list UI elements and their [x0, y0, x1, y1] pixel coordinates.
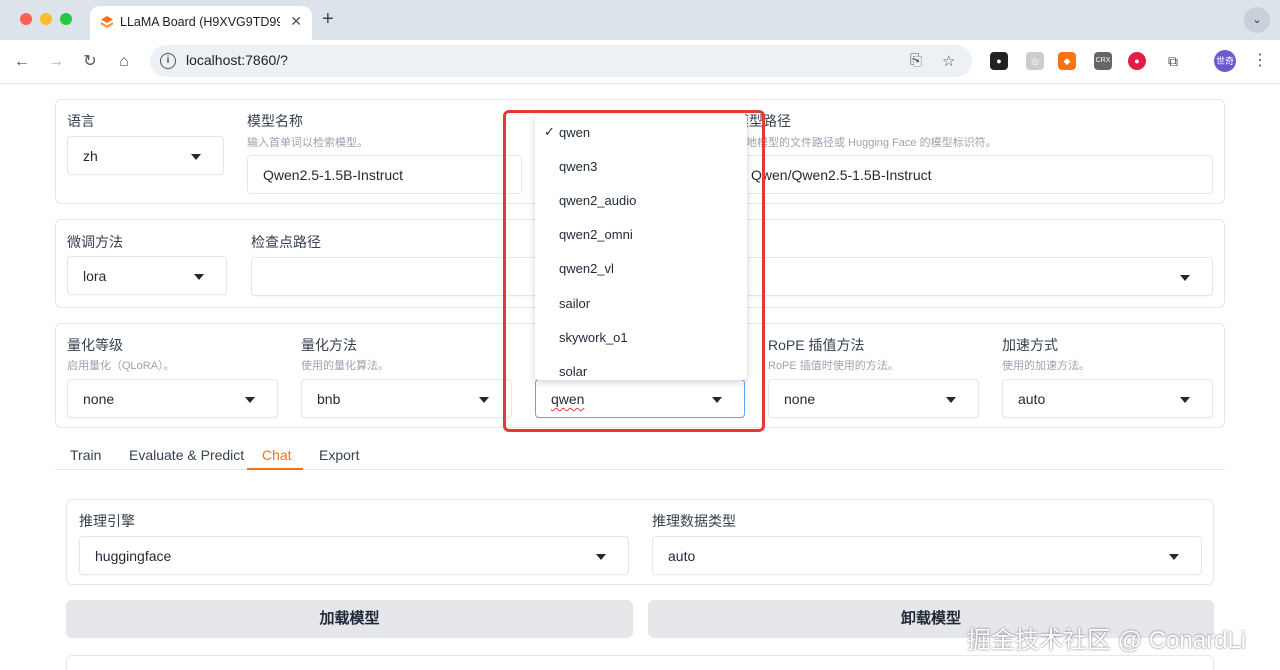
active-tab-indicator	[247, 468, 303, 470]
infer-dtype-label: 推理数据类型	[652, 513, 736, 529]
booster-label: 加速方式	[1002, 337, 1058, 353]
booster-info: 使用的加速方法。	[1002, 360, 1090, 372]
quantization-bit-label: 量化等级	[67, 337, 123, 353]
rope-scaling-value: none	[784, 391, 816, 407]
rope-scaling-info: RoPE 插值时使用的方法。	[768, 360, 899, 372]
chevron-down-icon	[191, 154, 201, 160]
maximize-window-button[interactable]	[60, 13, 72, 25]
model-name-label: 模型名称	[247, 113, 303, 129]
site-info-icon[interactable]: i	[160, 53, 176, 69]
tab-export[interactable]: Export	[319, 447, 359, 463]
browser-toolbar: ← → ↻ ⌂ i localhost:7860/? ⎘ ☆ ● ◎ ◆ CRX…	[0, 40, 1280, 84]
address-bar[interactable]: i localhost:7860/? ⎘ ☆	[150, 45, 972, 77]
extension-icon[interactable]: ●	[990, 52, 1008, 70]
home-icon[interactable]: ⌂	[112, 50, 136, 74]
extension-icon[interactable]: ◆	[1058, 52, 1076, 70]
chevron-down-icon	[596, 554, 606, 560]
extension-icon[interactable]: ●	[1128, 52, 1146, 70]
tabs-divider	[55, 469, 1225, 470]
infer-dtype-dropdown[interactable]: auto	[652, 536, 1202, 575]
quantization-method-value: bnb	[317, 391, 341, 407]
checkpoint-path-label: 检查点路径	[251, 234, 321, 250]
browser-tab-bar: LLaMA Board (H9XVG9TD99 ✕ + ⌄	[0, 0, 1280, 40]
tab-chat[interactable]: Chat	[262, 447, 292, 463]
model-path-value: Qwen/Qwen2.5-1.5B-Instruct	[751, 167, 932, 183]
bookmark-star-icon[interactable]: ☆	[942, 52, 955, 70]
booster-value: auto	[1018, 391, 1046, 407]
infer-backend-label: 推理引擎	[79, 513, 135, 529]
quantization-bit-value: none	[83, 391, 115, 407]
chevron-down-icon	[194, 274, 204, 280]
rope-scaling-dropdown[interactable]: none	[768, 379, 979, 418]
crx-extension-icon[interactable]: CRX	[1094, 52, 1112, 70]
language-value: zh	[83, 148, 98, 164]
browser-tab[interactable]: LLaMA Board (H9XVG9TD99 ✕	[90, 6, 312, 40]
quantization-method-dropdown[interactable]: bnb	[301, 379, 512, 418]
model-name-info: 输入首单词以检索模型。	[247, 137, 368, 149]
forward-icon[interactable]: →	[44, 50, 68, 74]
chevron-down-icon	[946, 397, 956, 403]
minimize-window-button[interactable]	[40, 13, 52, 25]
tab-title: LLaMA Board (H9XVG9TD99	[120, 15, 280, 29]
model-name-dropdown[interactable]: Qwen2.5-1.5B-Instruct	[247, 155, 522, 194]
close-window-button[interactable]	[20, 13, 32, 25]
quantization-bit-dropdown[interactable]: none	[67, 379, 278, 418]
finetune-method-label: 微调方法	[67, 234, 123, 250]
finetune-method-value: lora	[83, 268, 107, 284]
translate-icon[interactable]: ⎘	[910, 52, 922, 69]
rope-scaling-label: RoPE 插值方法	[768, 337, 865, 353]
infer-backend-dropdown[interactable]: huggingface	[79, 536, 629, 575]
quantization-bit-info: 启用量化（QLoRA）。	[67, 360, 175, 372]
url-text: localhost:7860/?	[186, 52, 288, 68]
annotation-highlight-box	[503, 110, 765, 432]
infer-dtype-value: auto	[668, 548, 696, 564]
profile-avatar[interactable]: 世奇	[1214, 50, 1236, 72]
extensions-puzzle-icon[interactable]: ⧉	[1164, 52, 1182, 70]
reload-icon[interactable]: ↻	[78, 50, 102, 74]
gradio-favicon-icon	[101, 16, 113, 28]
model-name-value: Qwen2.5-1.5B-Instruct	[263, 167, 404, 183]
model-path-input[interactable]: Qwen/Qwen2.5-1.5B-Instruct	[735, 155, 1213, 194]
new-tab-icon[interactable]: +	[322, 8, 334, 31]
tab-search-icon[interactable]: ⌄	[1244, 7, 1270, 33]
quantization-method-info: 使用的量化算法。	[301, 360, 389, 372]
back-icon[interactable]: ←	[10, 50, 34, 74]
watermark-text: 掘金技术社区 @ ConardLi	[967, 627, 1247, 654]
language-dropdown[interactable]: zh	[67, 136, 224, 175]
browser-menu-icon[interactable]: ⋮	[1252, 50, 1268, 72]
model-path-info: 本地模型的文件路径或 Hugging Face 的模型标识符。	[735, 137, 997, 149]
chevron-down-icon	[479, 397, 489, 403]
tab-evaluate-predict[interactable]: Evaluate & Predict	[129, 447, 244, 463]
language-label: 语言	[67, 113, 95, 129]
chat-area-panel	[66, 655, 1214, 670]
infer-backend-value: huggingface	[95, 548, 172, 564]
chevron-down-icon	[1169, 554, 1179, 560]
tab-close-icon[interactable]: ✕	[290, 13, 302, 30]
tab-train[interactable]: Train	[70, 447, 101, 463]
quantization-method-label: 量化方法	[301, 337, 357, 353]
chevron-down-icon	[1180, 397, 1190, 403]
booster-dropdown[interactable]: auto	[1002, 379, 1213, 418]
extension-icon[interactable]: ◎	[1026, 52, 1044, 70]
chevron-down-icon	[245, 397, 255, 403]
load-model-button[interactable]: 加载模型	[66, 600, 633, 638]
finetune-method-dropdown[interactable]: lora	[67, 256, 227, 295]
chevron-down-icon	[1180, 275, 1190, 281]
